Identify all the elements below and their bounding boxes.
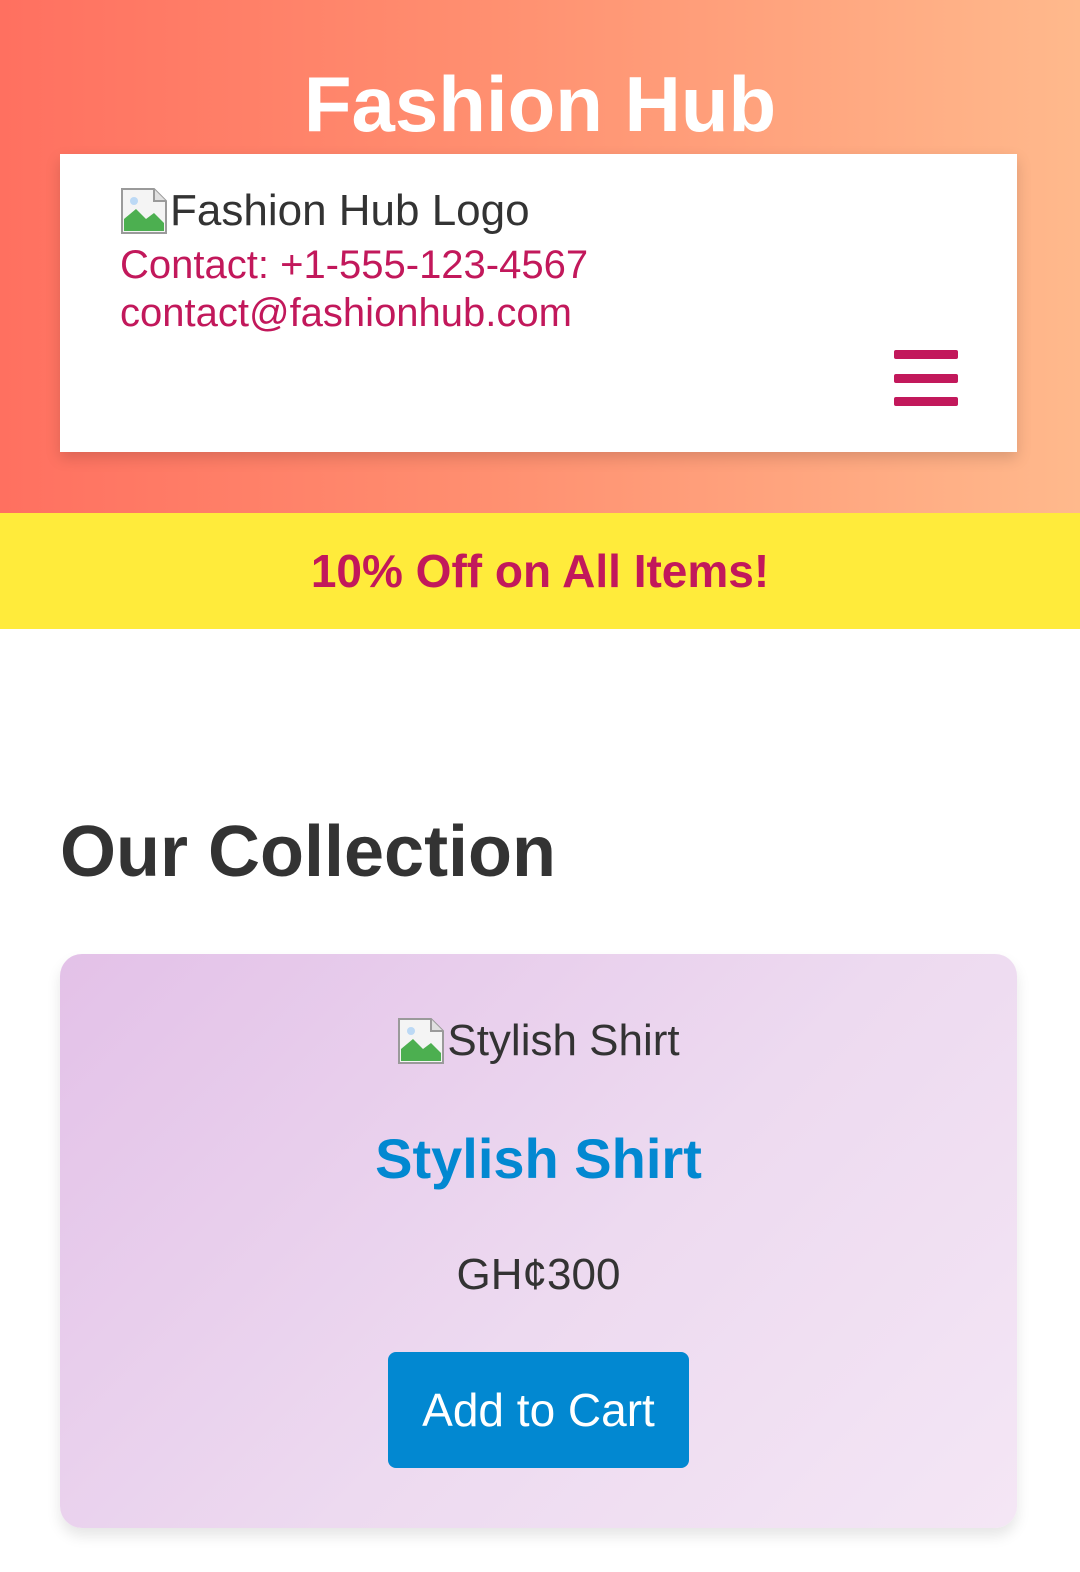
menu-bar	[894, 397, 958, 406]
hero-header: Fashion Hub Fashion Hub Logo Contact: +1…	[0, 0, 1080, 513]
contact-email[interactable]: contact@fashionhub.com	[120, 288, 572, 338]
product-price: GH¢300	[456, 1250, 621, 1299]
promo-banner: 10% Off on All Items!	[0, 513, 1080, 629]
broken-image-icon	[121, 188, 167, 234]
contact-phone[interactable]: Contact: +1-555-123-4567	[120, 240, 588, 290]
product-name: Stylish Shirt	[375, 1127, 702, 1190]
promo-text: 10% Off on All Items!	[310, 545, 770, 597]
product-card: Stylish Shirt Stylish Shirt GH¢300 Add t…	[60, 954, 1017, 1528]
header-card: Fashion Hub Logo Contact: +1-555-123-456…	[60, 154, 1017, 452]
product-image-alt: Stylish Shirt	[447, 1016, 680, 1065]
logo-alt-text: Fashion Hub Logo	[170, 186, 530, 235]
menu-bar	[894, 350, 958, 359]
site-title: Fashion Hub	[303, 60, 777, 148]
add-to-cart-button[interactable]: Add to Cart	[388, 1352, 689, 1468]
hamburger-menu-icon[interactable]	[894, 350, 958, 408]
logo[interactable]: Fashion Hub Logo	[120, 184, 530, 238]
product-image: Stylish Shirt	[60, 1014, 1017, 1068]
section-title: Our Collection	[60, 812, 557, 892]
main-content: Our Collection Stylish Shirt Stylish Shi…	[0, 629, 1080, 1572]
menu-bar	[894, 374, 958, 383]
broken-image-icon	[398, 1018, 445, 1064]
